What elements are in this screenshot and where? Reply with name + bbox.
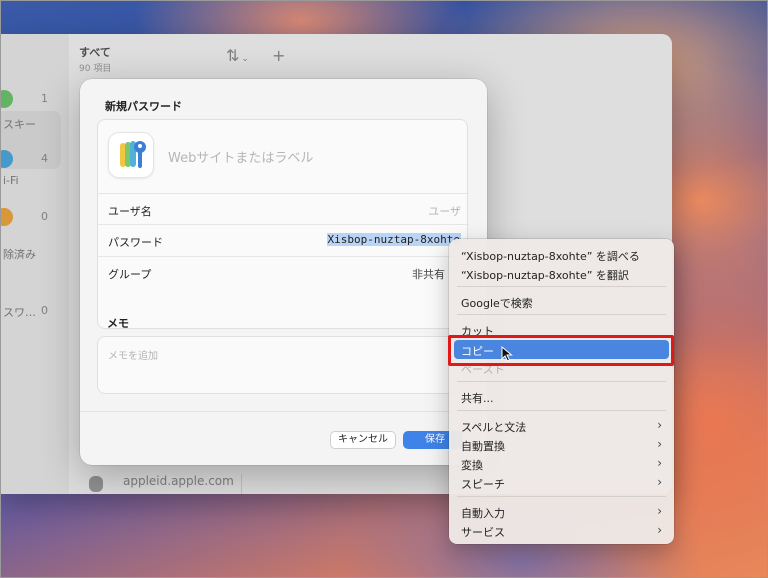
username-row[interactable]: ユーザ名 ユーザ xyxy=(98,193,469,224)
group-label: グループ xyxy=(108,268,152,281)
username-input[interactable]: ユーザ xyxy=(428,203,461,219)
menu-item-speech[interactable]: スピーチ xyxy=(461,476,505,492)
chevron-right-icon: › xyxy=(657,504,662,518)
menu-item-transformations[interactable]: 変換 xyxy=(461,457,483,473)
passwords-app-icon xyxy=(108,132,154,178)
menu-separator xyxy=(457,410,666,411)
group-select[interactable]: 非共有 xyxy=(412,266,445,282)
new-password-sheet: 新規パスワード Webサイトまたはラベル ユーザ名 ユーザ パスワード Xisb… xyxy=(80,79,487,465)
memo-placeholder: メモを追加 xyxy=(108,351,158,362)
menu-item-share[interactable]: 共有... xyxy=(461,390,494,406)
site-label-input[interactable]: Webサイトまたはラベル xyxy=(168,147,313,166)
chevron-right-icon: › xyxy=(657,437,662,451)
menu-item-services[interactable]: サービス xyxy=(461,524,505,540)
group-row[interactable]: グループ 非共有 xyxy=(98,256,469,287)
password-row[interactable]: パスワード Xisbop-nuztap-8xohte xyxy=(98,224,469,255)
menu-item-autofill[interactable]: 自動入力 xyxy=(461,505,505,521)
menu-item-translate[interactable]: “Xisbop-nuztap-8xohte” を翻訳 xyxy=(461,267,629,283)
password-card: Webサイトまたはラベル ユーザ名 ユーザ パスワード Xisbop-nuzta… xyxy=(97,119,469,329)
chevron-right-icon: › xyxy=(657,475,662,489)
menu-item-substitutions[interactable]: 自動置換 xyxy=(461,438,505,454)
mouse-cursor-icon xyxy=(501,345,513,366)
menu-separator xyxy=(457,496,666,497)
sheet-title: 新規パスワード xyxy=(105,100,182,113)
menu-separator xyxy=(457,286,666,287)
password-field[interactable]: Xisbop-nuztap-8xohte xyxy=(326,233,461,246)
chevron-right-icon: › xyxy=(657,523,662,537)
chevron-right-icon: › xyxy=(657,418,662,432)
menu-item-lookup[interactable]: “Xisbop-nuztap-8xohte” を調べる xyxy=(461,248,640,264)
memo-label: メモ xyxy=(107,317,129,330)
desktop-wallpaper: 1 スキー 4 i-Fi 0 除済み スワ… 0 すべて 90 項目 ⇅ ⌄ +… xyxy=(0,0,768,578)
chevron-right-icon: › xyxy=(657,456,662,470)
cancel-button[interactable]: キャンセル xyxy=(330,431,396,449)
username-label: ユーザ名 xyxy=(108,205,152,218)
memo-field[interactable]: メモを追加 xyxy=(97,336,468,394)
menu-item-google-search[interactable]: Googleで検索 xyxy=(461,295,533,311)
password-label: パスワード xyxy=(108,236,163,249)
menu-separator xyxy=(457,314,666,315)
sheet-divider xyxy=(80,411,487,412)
context-menu: “Xisbop-nuztap-8xohte” を調べる “Xisbop-nuzt… xyxy=(449,239,674,544)
menu-separator xyxy=(457,381,666,382)
menu-item-spelling[interactable]: スペルと文法 xyxy=(461,419,526,435)
highlight-annotation-box xyxy=(448,335,674,366)
